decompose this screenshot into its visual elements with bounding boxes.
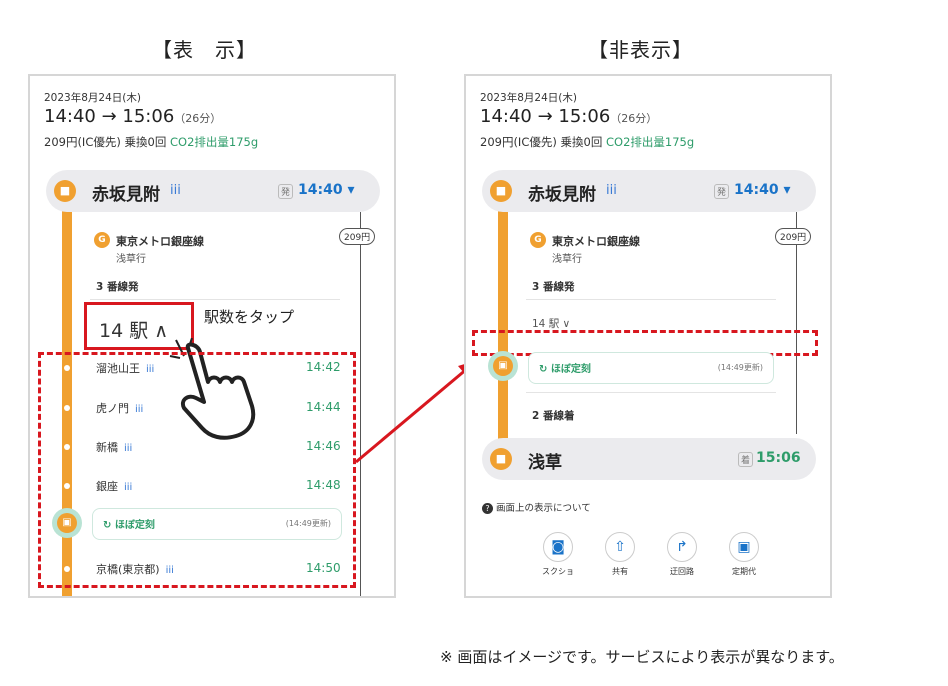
line-direction: 浅草行	[552, 254, 582, 265]
stop-dot	[64, 444, 70, 450]
divider	[526, 299, 776, 300]
stop-dot	[64, 483, 70, 489]
ontime-label: ↻ ほぼ定刻	[539, 364, 591, 375]
departure-platform: 3 番線発	[532, 281, 575, 293]
divider	[526, 392, 776, 393]
action-detour[interactable]: ↱ 迂回路	[662, 532, 702, 577]
origin-station-name: 赤坂見附	[528, 185, 596, 205]
share-icon: ⇧	[605, 532, 635, 562]
camera-icon: ◙	[543, 532, 573, 562]
rail-line	[498, 196, 508, 456]
destination-station-name: 浅草	[528, 453, 562, 473]
stop-time: 14:46	[306, 439, 341, 453]
destination-station-bar[interactable]: ■ 浅草 着 15:06	[482, 438, 816, 480]
depart-badge: 発	[714, 184, 730, 199]
stop-time: 14:50	[306, 561, 341, 575]
stop-name: 京橋(東京都) iii	[96, 563, 174, 576]
ontime-updated: (14:49更新)	[717, 363, 763, 372]
fare-tag: 209円	[775, 228, 812, 245]
current-train-icon: ▣	[488, 351, 518, 381]
stop-name: 溜池山王 iii	[96, 362, 155, 375]
divider	[90, 299, 340, 300]
detour-icon: ↱	[667, 532, 697, 562]
train-icon: ■	[490, 448, 512, 470]
footnote: ※ 画面はイメージです。サービスにより表示が異なります。	[440, 648, 844, 666]
line-name: 東京メトロ銀座線	[552, 235, 640, 248]
ontime-status: ↻ ほぼ定刻 (14:49更新)	[528, 352, 774, 384]
stop-dot	[64, 566, 70, 572]
help-link[interactable]: ? 画面上の表示について	[482, 500, 591, 514]
action-commuter-pass[interactable]: ▣ 定期代	[724, 532, 764, 577]
ontime-label: ↻ ほぼ定刻	[103, 520, 155, 531]
ontime-status: ↻ ほぼ定刻 (14:49更新)	[92, 508, 342, 540]
line-direction: 浅草行	[116, 254, 146, 265]
stations-toggle[interactable]: 14 駅 ∨	[532, 316, 570, 331]
ginza-line-icon: G	[94, 232, 110, 248]
stop-time: 14:48	[306, 478, 341, 492]
help-icon: ?	[482, 503, 493, 514]
action-share[interactable]: ⇧ 共有	[600, 532, 640, 577]
stations-toggle-label: 14 駅 ∧	[99, 320, 169, 342]
fare-range-line	[796, 212, 797, 434]
action-camera[interactable]: ◙ スクショ	[538, 532, 578, 577]
depart-badge: 発	[278, 184, 294, 199]
stop-name: 銀座 iii	[96, 480, 133, 493]
heading-hidden: 【非表示】	[588, 38, 693, 62]
highlight-stops-box	[38, 352, 356, 588]
origin-time[interactable]: 14:40 ▾	[298, 182, 354, 198]
commuter-pass-icon: ▣	[729, 532, 759, 562]
destination-time: 15:06	[756, 450, 801, 466]
arrival-platform: 2 番線着	[532, 410, 575, 422]
train-icon: ■	[490, 180, 512, 202]
origin-station-bar[interactable]: ■ 赤坂見附 iii 発 14:40 ▾	[46, 170, 380, 212]
ontime-updated: (14:49更新)	[285, 519, 331, 528]
station-info-icon[interactable]: iii	[606, 183, 617, 198]
stop-name: 虎ノ門 iii	[96, 402, 144, 415]
co2-label: CO2排出量175g	[605, 135, 695, 149]
fare-tag: 209円	[339, 228, 376, 245]
stop-time: 14:44	[306, 400, 341, 414]
route-date: 2023年8月24日(木)	[44, 92, 141, 104]
tap-hint: 駅数をタップ	[204, 308, 295, 326]
origin-station-name: 赤坂見附	[92, 185, 160, 205]
route-fare: 209円(IC優先) 乗換0回 CO2排出量175g	[44, 135, 259, 149]
route-times: 14:40 → 15:06（26分）	[44, 106, 222, 127]
current-train-icon: ▣	[52, 508, 82, 538]
ginza-line-icon: G	[530, 232, 546, 248]
origin-time[interactable]: 14:40 ▾	[734, 182, 790, 198]
stop-time: 14:42	[306, 360, 341, 374]
stop-dot	[64, 365, 70, 371]
line-name: 東京メトロ銀座線	[116, 235, 204, 248]
departure-platform: 3 番線発	[96, 281, 139, 293]
phone-shown: 2023年8月24日(木) 14:40 → 15:06（26分） 209円(IC…	[28, 74, 396, 598]
route-times: 14:40 → 15:06（26分）	[480, 106, 658, 127]
train-icon: ■	[54, 180, 76, 202]
origin-station-bar[interactable]: ■ 赤坂見附 iii 発 14:40 ▾	[482, 170, 816, 212]
route-date: 2023年8月24日(木)	[480, 92, 577, 104]
route-fare: 209円(IC優先) 乗換0回 CO2排出量175g	[480, 135, 695, 149]
stop-dot	[64, 405, 70, 411]
phone-hidden: 2023年8月24日(木) 14:40 → 15:06（26分） 209円(IC…	[464, 74, 832, 598]
stop-name: 新橋 iii	[96, 441, 133, 454]
station-info-icon[interactable]: iii	[170, 183, 181, 198]
co2-label: CO2排出量175g	[169, 135, 259, 149]
heading-shown: 【表 示】	[152, 38, 257, 62]
arrive-badge: 着	[738, 452, 754, 467]
